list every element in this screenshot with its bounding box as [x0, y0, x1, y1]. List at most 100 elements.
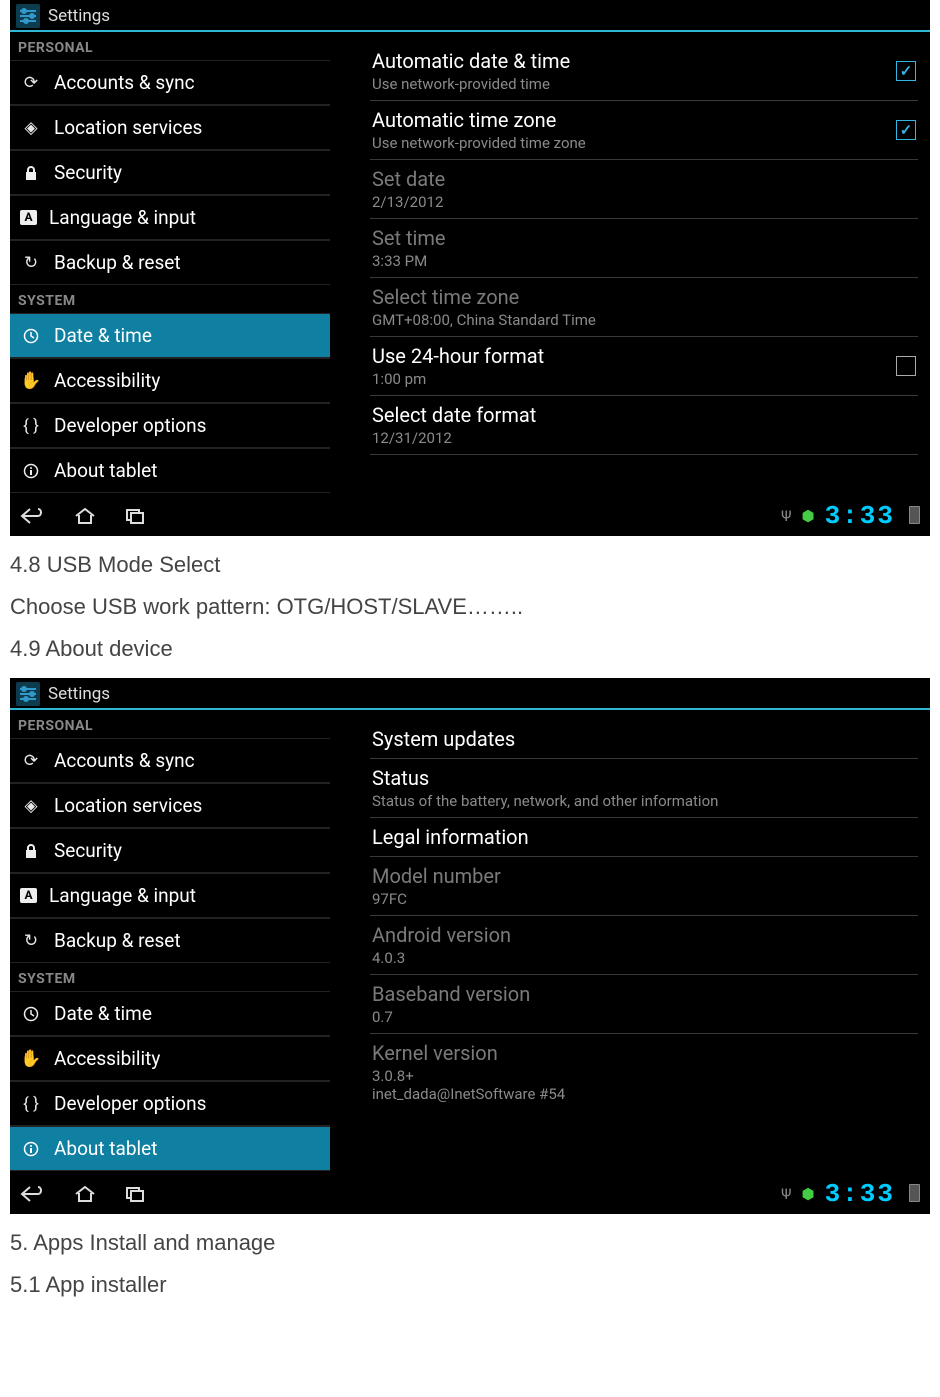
debug-icon: ⬢	[801, 507, 814, 525]
sidebar-item-label: Accounts & sync	[54, 71, 195, 94]
row-title: Select date format	[372, 403, 916, 427]
row-subtitle: 1:00 pm	[372, 370, 544, 388]
row-subtitle: 12/31/2012	[372, 429, 916, 447]
row-subtitle: 97FC	[372, 890, 916, 908]
sidebar-item-label: Accessibility	[54, 1047, 160, 1070]
row-title: Status	[372, 766, 916, 790]
recent-apps-button[interactable]	[124, 1185, 146, 1203]
heading-5-1: 5.1 App installer	[10, 1272, 930, 1298]
sidebar-item-label: Language & input	[49, 884, 196, 907]
sidebar-item-backup[interactable]: ↻ Backup & reset	[10, 240, 330, 285]
row-legal-information[interactable]: Legal information	[370, 818, 918, 857]
location-icon: ◈	[20, 796, 42, 816]
row-model-number: Model number 97FC	[370, 857, 918, 916]
sidebar-item-accounts[interactable]: ⟳ Accounts & sync	[10, 60, 330, 105]
row-title: Set date	[372, 167, 916, 191]
row-title: Model number	[372, 864, 916, 888]
row-subtitle: 3:33 PM	[372, 252, 916, 270]
row-title: Legal information	[372, 825, 916, 849]
braces-icon: { }	[20, 1094, 42, 1114]
row-title: Kernel version	[372, 1041, 916, 1065]
row-title: Android version	[372, 923, 916, 947]
sidebar-item-language[interactable]: A Language & input	[10, 195, 330, 240]
sidebar-item-accessibility[interactable]: ✋ Accessibility	[10, 358, 330, 403]
lock-icon	[20, 165, 42, 181]
checkbox-auto-datetime[interactable]: ✓	[896, 61, 916, 81]
body-4-8: Choose USB work pattern: OTG/HOST/SLAVE……	[10, 594, 930, 620]
sidebar-item-label: Date & time	[54, 324, 152, 347]
sidebar-item-label: Backup & reset	[54, 251, 181, 274]
screenshot-about-tablet: Settings PERSONAL ⟳ Accounts & sync ◈ Lo…	[10, 678, 930, 1214]
row-title: Automatic time zone	[372, 108, 586, 132]
section-header-system: SYSTEM	[10, 285, 330, 313]
section-header-system: SYSTEM	[10, 963, 330, 991]
checkbox-auto-timezone[interactable]: ✓	[896, 120, 916, 140]
sidebar-item-developer[interactable]: { } Developer options	[10, 1081, 330, 1126]
row-subtitle: Status of the battery, network, and othe…	[372, 792, 916, 810]
hand-icon: ✋	[20, 1049, 42, 1069]
sidebar-item-label: Security	[54, 161, 122, 184]
sync-icon: ⟳	[20, 751, 42, 771]
app-title: Settings	[48, 684, 110, 704]
sidebar-item-label: Date & time	[54, 1002, 152, 1025]
sidebar-item-datetime[interactable]: Date & time	[10, 991, 330, 1036]
info-icon	[20, 463, 42, 479]
sidebar-item-language[interactable]: A Language & input	[10, 873, 330, 918]
row-select-time-zone: Select time zone GMT+08:00, China Standa…	[370, 278, 918, 337]
row-title: Baseband version	[372, 982, 916, 1006]
sidebar-item-developer[interactable]: { } Developer options	[10, 403, 330, 448]
sidebar-item-accounts[interactable]: ⟳ Accounts & sync	[10, 738, 330, 783]
checkbox-24h[interactable]: ✓	[896, 356, 916, 376]
language-icon: A	[20, 210, 37, 225]
sidebar-item-security[interactable]: Security	[10, 828, 330, 873]
recent-apps-button[interactable]	[124, 507, 146, 525]
home-button[interactable]	[74, 507, 96, 525]
row-subtitle: GMT+08:00, China Standard Time	[372, 311, 916, 329]
app-title: Settings	[48, 6, 110, 26]
status-clock: 3:33	[825, 1179, 895, 1209]
row-baseband-version: Baseband version 0.7	[370, 975, 918, 1034]
sidebar-item-location[interactable]: ◈ Location services	[10, 105, 330, 150]
row-subtitle: 3.0.8+ inet_dada@InetSoftware #54	[372, 1067, 916, 1103]
home-button[interactable]	[74, 1185, 96, 1203]
row-subtitle: 0.7	[372, 1008, 916, 1026]
settings-sidebar: PERSONAL ⟳ Accounts & sync ◈ Location se…	[10, 32, 330, 493]
row-title: Select time zone	[372, 285, 916, 309]
sidebar-item-label: Accounts & sync	[54, 749, 195, 772]
sidebar-item-label: Language & input	[49, 206, 196, 229]
sidebar-item-label: Backup & reset	[54, 929, 181, 952]
row-select-date-format[interactable]: Select date format 12/31/2012	[370, 396, 918, 455]
sidebar-item-about[interactable]: About tablet	[10, 448, 330, 493]
info-icon	[20, 1141, 42, 1157]
sidebar-item-accessibility[interactable]: ✋ Accessibility	[10, 1036, 330, 1081]
row-set-date: Set date 2/13/2012	[370, 160, 918, 219]
sidebar-item-security[interactable]: Security	[10, 150, 330, 195]
section-header-personal: PERSONAL	[10, 710, 330, 738]
row-title: Use 24-hour format	[372, 344, 544, 368]
back-button[interactable]	[20, 1185, 46, 1203]
sidebar-item-backup[interactable]: ↻ Backup & reset	[10, 918, 330, 963]
hand-icon: ✋	[20, 371, 42, 391]
row-automatic-date-time[interactable]: Automatic date & time Use network-provid…	[370, 42, 918, 101]
sidebar-item-label: Location services	[54, 794, 202, 817]
screenshot-date-time: Settings PERSONAL ⟳ Accounts & sync ◈ Lo…	[10, 0, 930, 536]
back-button[interactable]	[20, 507, 46, 525]
app-title-bar: Settings	[10, 678, 930, 708]
heading-5: 5. Apps Install and manage	[10, 1230, 930, 1256]
sidebar-item-location[interactable]: ◈ Location services	[10, 783, 330, 828]
row-android-version: Android version 4.0.3	[370, 916, 918, 975]
section-header-personal: PERSONAL	[10, 32, 330, 60]
sidebar-item-datetime[interactable]: Date & time	[10, 313, 330, 358]
row-system-updates[interactable]: System updates	[370, 720, 918, 759]
sidebar-item-about[interactable]: About tablet	[10, 1126, 330, 1171]
debug-icon: ⬢	[801, 1185, 814, 1203]
row-automatic-time-zone[interactable]: Automatic time zone Use network-provided…	[370, 101, 918, 160]
row-use-24-hour[interactable]: Use 24-hour format 1:00 pm ✓	[370, 337, 918, 396]
row-status[interactable]: Status Status of the battery, network, a…	[370, 759, 918, 818]
row-title: Automatic date & time	[372, 49, 570, 73]
language-icon: A	[20, 888, 37, 903]
sidebar-item-label: Accessibility	[54, 369, 160, 392]
app-title-bar: Settings	[10, 0, 930, 30]
row-set-time: Set time 3:33 PM	[370, 219, 918, 278]
battery-icon	[905, 1184, 920, 1205]
